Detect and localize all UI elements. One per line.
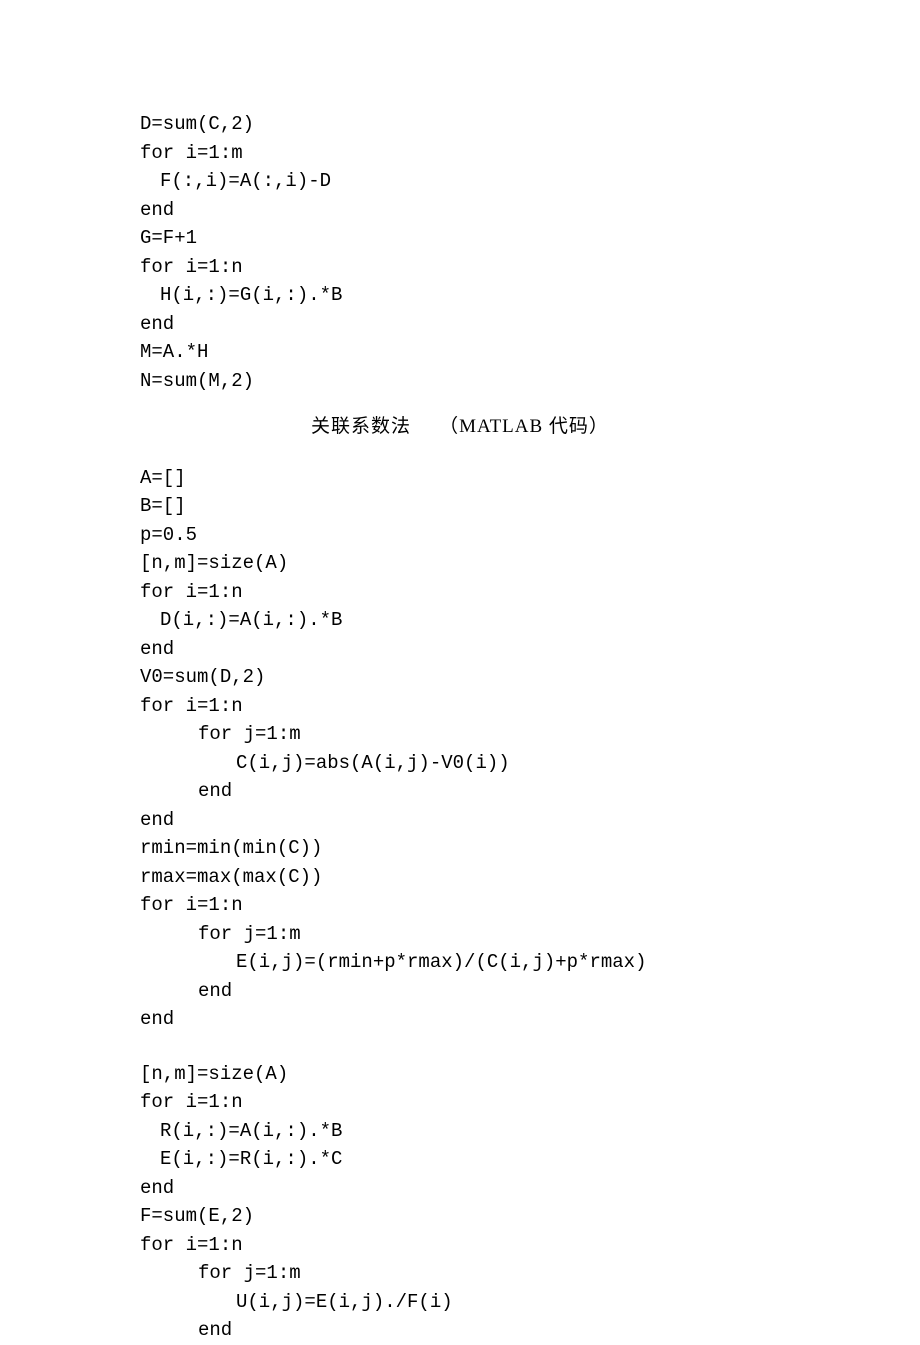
code-line: for i=1:n — [140, 253, 780, 282]
section-title: 关联系数法 （MATLAB 代码） — [140, 413, 780, 442]
code-line: F=sum(E,2) — [140, 1202, 780, 1231]
code-line: D=sum(C,2) — [140, 110, 780, 139]
code-line: end — [140, 1005, 780, 1034]
code-line: end — [140, 635, 780, 664]
code-line: end — [140, 1316, 780, 1345]
code-line: for j=1:m — [140, 1259, 780, 1288]
code-line: for i=1:n — [140, 1088, 780, 1117]
code-line: end — [140, 196, 780, 225]
code-line: for i=1:m — [140, 139, 780, 168]
code-line: D(i,:)=A(i,:).*B — [140, 606, 780, 635]
code-line: rmin=min(min(C)) — [140, 834, 780, 863]
code-block-1: D=sum(C,2) for i=1:m F(:,i)=A(:,i)-D end… — [140, 110, 780, 395]
code-line: R(i,:)=A(i,:).*B — [140, 1117, 780, 1146]
code-line: for i=1:n — [140, 692, 780, 721]
code-line: E(i,j)=(rmin+p*rmax)/(C(i,j)+p*rmax) — [140, 948, 780, 977]
code-line: [n,m]=size(A) — [140, 1060, 780, 1089]
code-line: for j=1:m — [140, 920, 780, 949]
code-line: [n,m]=size(A) — [140, 549, 780, 578]
code-line: for i=1:n — [140, 1231, 780, 1260]
code-line: end — [140, 1174, 780, 1203]
code-line: M=A.*H — [140, 338, 780, 367]
code-line: B=[] — [140, 492, 780, 521]
code-line: for j=1:m — [140, 720, 780, 749]
code-line: end — [140, 806, 780, 835]
code-line: end — [140, 310, 780, 339]
code-block-2: A=[] B=[] p=0.5 [n,m]=size(A) for i=1:n … — [140, 464, 780, 1034]
code-line: end — [140, 977, 780, 1006]
code-line: p=0.5 — [140, 521, 780, 550]
code-line: F(:,i)=A(:,i)-D — [140, 167, 780, 196]
title-right: （MATLAB 代码） — [439, 416, 609, 437]
code-line: H(i,:)=G(i,:).*B — [140, 281, 780, 310]
code-line: rmax=max(max(C)) — [140, 863, 780, 892]
code-line: for i=1:n — [140, 578, 780, 607]
code-line: C(i,j)=abs(A(i,j)-V0(i)) — [140, 749, 780, 778]
code-line: G=F+1 — [140, 224, 780, 253]
code-line: E(i,:)=R(i,:).*C — [140, 1145, 780, 1174]
code-line: A=[] — [140, 464, 780, 493]
code-line: end — [140, 777, 780, 806]
spacer — [140, 1042, 780, 1060]
code-line: for i=1:n — [140, 891, 780, 920]
code-line: V0=sum(D,2) — [140, 663, 780, 692]
code-line: N=sum(M,2) — [140, 367, 780, 396]
title-left: 关联系数法 — [311, 416, 411, 437]
